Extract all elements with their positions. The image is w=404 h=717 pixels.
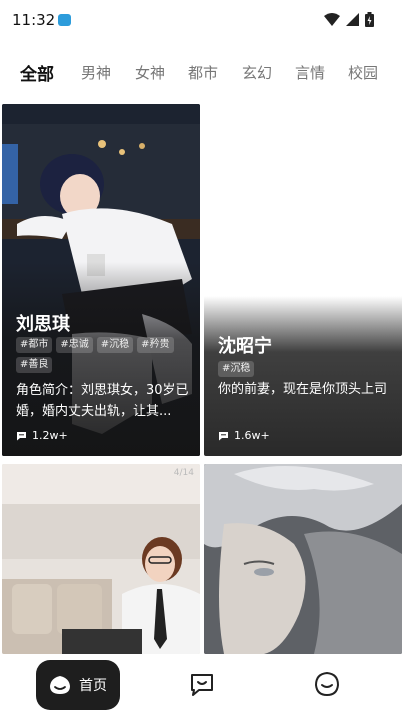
chat-bubble-icon (17, 431, 26, 440)
character-portrait (2, 464, 200, 654)
tag: #善良 (16, 357, 53, 373)
home-icon (50, 676, 70, 694)
nav-chat-icon[interactable] (189, 671, 215, 697)
character-card[interactable]: 沈昭宁 #沉稳 你的前妻，现在是你顶头上司 1.6w+ (204, 104, 402, 456)
notification-app-icon (58, 14, 71, 26)
page-indicator: 4/14 (173, 468, 194, 478)
wifi-icon (324, 13, 340, 26)
chat-count: 1.6w+ (218, 429, 270, 442)
bottom-navigation: 首页 (0, 654, 404, 717)
character-portrait (204, 464, 402, 654)
nav-profile-icon[interactable] (314, 671, 340, 697)
signal-icon (346, 13, 359, 26)
character-card[interactable] (204, 464, 402, 654)
category-tabs: 全部 男神 女神 都市 玄幻 言情 校园 (0, 56, 404, 90)
tag-list: #沉稳 (218, 361, 396, 377)
character-name: 沈昭宁 (218, 336, 272, 357)
character-card[interactable]: 4/14 (2, 464, 200, 654)
chat-count: 1.2w+ (16, 429, 68, 442)
status-time: 11:32 (12, 11, 56, 29)
tag: #沉稳 (96, 337, 134, 353)
tag: #矜贵 (137, 337, 174, 353)
character-description: 你的前妻，现在是你顶头上司 (218, 382, 388, 397)
chat-bubble-icon (219, 431, 228, 440)
tab-all[interactable]: 全部 (20, 60, 54, 85)
tab-male[interactable]: 男神 (81, 62, 111, 83)
tab-female[interactable]: 女神 (135, 62, 165, 83)
tag-list: #都市 #忠诚 #沉稳 #矜贵 #善良 (16, 337, 194, 373)
tag: #都市 (16, 337, 53, 353)
character-name: 刘思琪 (16, 314, 70, 335)
tab-urban[interactable]: 都市 (188, 62, 218, 83)
status-icons (324, 12, 374, 27)
status-bar: 11:32 (0, 0, 404, 40)
nav-home-button[interactable]: 首页 (36, 660, 120, 710)
tag: #忠诚 (56, 337, 93, 353)
nav-home-label: 首页 (79, 678, 107, 694)
tab-romance[interactable]: 言情 (295, 62, 325, 83)
tab-campus[interactable]: 校园 (348, 62, 378, 83)
character-card[interactable]: 刘思琪 #都市 #忠诚 #沉稳 #矜贵 #善良 角色简介：刘思琪女，30岁已婚，… (2, 104, 200, 456)
tab-fantasy[interactable]: 玄幻 (242, 62, 272, 83)
character-description: 角色简介：刘思琪女，30岁已婚，婚内丈夫出轨，让其... (16, 383, 189, 419)
tag: #沉稳 (218, 361, 255, 377)
battery-icon (365, 12, 374, 27)
chat-count-value: 1.2w+ (32, 429, 68, 442)
chat-count-value: 1.6w+ (234, 429, 270, 442)
